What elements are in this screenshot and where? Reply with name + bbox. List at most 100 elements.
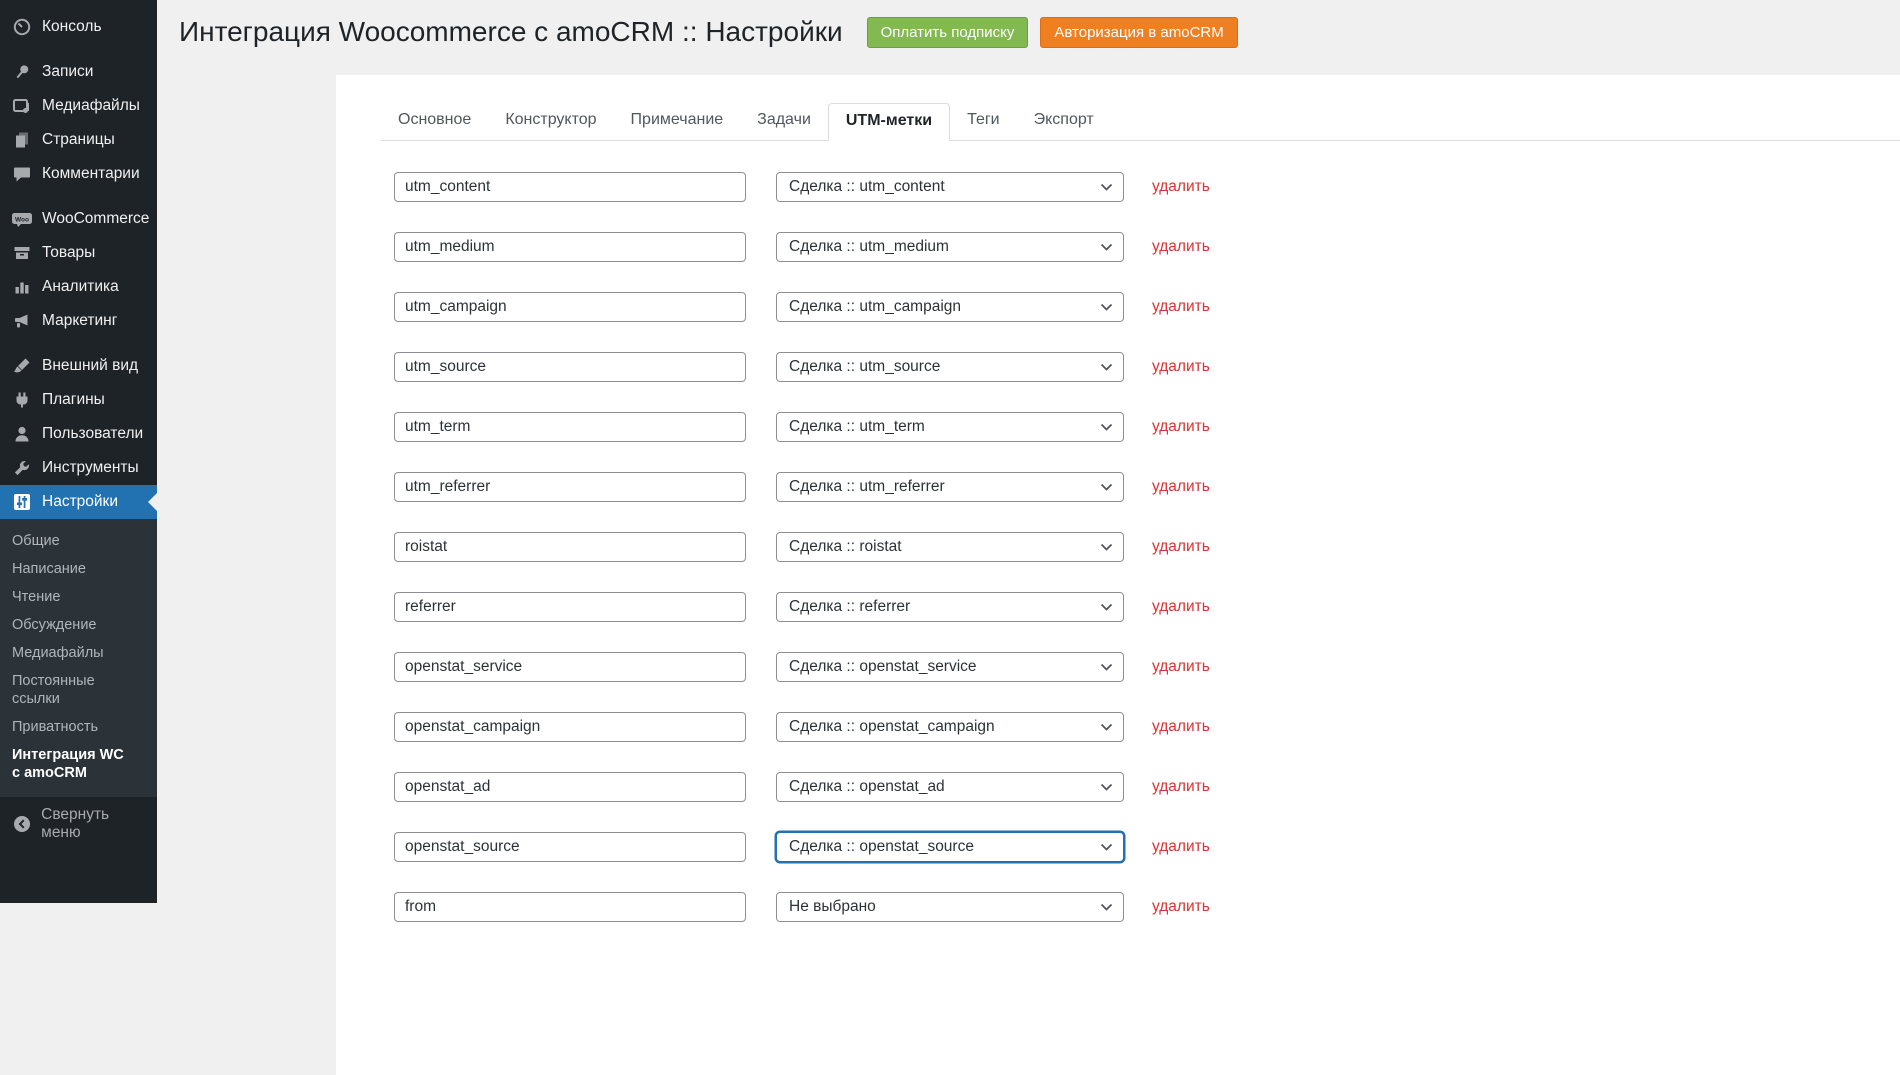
delete-row-link[interactable]: удалить: [1152, 298, 1210, 316]
sidebar-item-label: Аналитика: [42, 278, 119, 295]
tab-tasks[interactable]: Задачи: [740, 103, 828, 140]
mapping-select-value: Сделка :: utm_content: [789, 178, 945, 195]
sidebar-item-pages[interactable]: Страницы: [0, 123, 157, 157]
mapping-select-value: Сделка :: openstat_ad: [789, 778, 945, 795]
chevron-down-icon: [1100, 483, 1113, 492]
tools-icon: [10, 457, 34, 479]
submenu-item-privacy[interactable]: Приватность: [0, 713, 157, 741]
delete-row-link[interactable]: удалить: [1152, 418, 1210, 436]
delete-row-link[interactable]: удалить: [1152, 538, 1210, 556]
utm-rows-list: Сделка :: utm_content удалить Сделка :: …: [336, 141, 1900, 922]
delete-row-link[interactable]: удалить: [1152, 718, 1210, 736]
tab-export[interactable]: Экспорт: [1017, 103, 1111, 140]
sidebar-item-woocommerce[interactable]: Woo WooCommerce: [0, 202, 157, 236]
submenu-item-writing[interactable]: Написание: [0, 555, 157, 583]
sidebar-item-media[interactable]: Медиафайлы: [0, 89, 157, 123]
tab-main[interactable]: Основное: [381, 103, 488, 140]
sidebar-item-products[interactable]: Товары: [0, 236, 157, 270]
utm-param-input[interactable]: [394, 352, 746, 382]
tab-note[interactable]: Примечание: [614, 103, 741, 140]
mapping-select[interactable]: Сделка :: referrer: [776, 592, 1124, 622]
tab-utm-labels[interactable]: UTM-метки: [827, 103, 951, 141]
plugin-icon: [10, 389, 34, 411]
mapping-select-value: Сделка :: openstat_campaign: [789, 718, 995, 735]
utm-param-input[interactable]: [394, 592, 746, 622]
dashboard-icon: [10, 16, 34, 38]
mapping-select[interactable]: Сделка :: openstat_service: [776, 652, 1124, 682]
megaphone-icon: [10, 310, 34, 332]
delete-row-link[interactable]: удалить: [1152, 178, 1210, 196]
utm-param-input[interactable]: [394, 292, 746, 322]
chevron-down-icon: [1100, 783, 1113, 792]
sidebar-item-label: Консоль: [42, 18, 102, 35]
delete-row-link[interactable]: удалить: [1152, 478, 1210, 496]
sidebar-item-posts[interactable]: Записи: [0, 55, 157, 89]
sidebar-item-comments[interactable]: Комментарии: [0, 157, 157, 191]
delete-row-link[interactable]: удалить: [1152, 898, 1210, 916]
utm-param-input[interactable]: [394, 532, 746, 562]
tab-tags[interactable]: Теги: [950, 103, 1017, 140]
chevron-down-icon: [1100, 843, 1113, 852]
mapping-select[interactable]: Сделка :: utm_medium: [776, 232, 1124, 262]
utm-param-input[interactable]: [394, 652, 746, 682]
sidebar-item-plugins[interactable]: Плагины: [0, 383, 157, 417]
mapping-select[interactable]: Не выбрано: [776, 892, 1124, 922]
pushpin-icon: [10, 61, 34, 83]
mapping-select-focused[interactable]: Сделка :: openstat_source: [776, 832, 1124, 862]
mapping-select[interactable]: Сделка :: utm_referrer: [776, 472, 1124, 502]
pay-subscription-button[interactable]: Оплатить подписку: [866, 16, 1029, 48]
users-icon: [10, 423, 34, 445]
mapping-select[interactable]: Сделка :: utm_source: [776, 352, 1124, 382]
submenu-item-wc-amocrm-integration[interactable]: Интеграция WC с amoCRM: [0, 741, 140, 787]
utm-param-input[interactable]: [394, 772, 746, 802]
mapping-select-value: Сделка :: utm_medium: [789, 238, 949, 255]
submenu-item-media[interactable]: Медиафайлы: [0, 639, 157, 667]
mapping-select[interactable]: Сделка :: openstat_campaign: [776, 712, 1124, 742]
utm-param-input[interactable]: [394, 412, 746, 442]
sidebar-item-appearance[interactable]: Внешний вид: [0, 349, 157, 383]
collapse-menu-button[interactable]: Свернуть меню: [0, 806, 157, 841]
utm-row: Сделка :: utm_campaign удалить: [394, 292, 1900, 322]
delete-row-link[interactable]: удалить: [1152, 658, 1210, 676]
mapping-select[interactable]: Сделка :: openstat_ad: [776, 772, 1124, 802]
mapping-select[interactable]: Сделка :: utm_content: [776, 172, 1124, 202]
page-header: Интеграция Woocommerce с amoCRM :: Настр…: [157, 0, 1900, 48]
sidebar-item-marketing[interactable]: Маркетинг: [0, 304, 157, 338]
chevron-down-icon: [1100, 903, 1113, 912]
delete-row-link[interactable]: удалить: [1152, 838, 1210, 856]
sidebar-item-analytics[interactable]: Аналитика: [0, 270, 157, 304]
submenu-item-discussion[interactable]: Обсуждение: [0, 611, 157, 639]
delete-row-link[interactable]: удалить: [1152, 598, 1210, 616]
utm-param-input[interactable]: [394, 232, 746, 262]
mapping-select-value: Не выбрано: [789, 898, 876, 915]
woocommerce-icon: Woo: [10, 208, 34, 230]
sidebar-item-label: Записи: [42, 63, 94, 80]
utm-param-input[interactable]: [394, 172, 746, 202]
tab-constructor[interactable]: Конструктор: [488, 103, 613, 140]
utm-param-input[interactable]: [394, 712, 746, 742]
delete-row-link[interactable]: удалить: [1152, 238, 1210, 256]
sidebar-item-users[interactable]: Пользователи: [0, 417, 157, 451]
delete-row-link[interactable]: удалить: [1152, 358, 1210, 376]
delete-row-link[interactable]: удалить: [1152, 778, 1210, 796]
sidebar-item-label: Внешний вид: [42, 357, 139, 374]
utm-param-input[interactable]: [394, 472, 746, 502]
submenu-item-general[interactable]: Общие: [0, 527, 157, 555]
utm-row: Сделка :: utm_medium удалить: [394, 232, 1900, 262]
mapping-select[interactable]: Сделка :: roistat: [776, 532, 1124, 562]
sidebar-item-label: Настройки: [42, 493, 119, 510]
mapping-select[interactable]: Сделка :: utm_campaign: [776, 292, 1124, 322]
utm-row: Сделка :: roistat удалить: [394, 532, 1900, 562]
mapping-select[interactable]: Сделка :: utm_term: [776, 412, 1124, 442]
utm-param-input[interactable]: [394, 832, 746, 862]
utm-param-input[interactable]: [394, 892, 746, 922]
sidebar-item-settings[interactable]: Настройки: [0, 485, 157, 519]
sidebar-item-dashboard[interactable]: Консоль: [0, 10, 157, 44]
submenu-item-reading[interactable]: Чтение: [0, 583, 157, 611]
amocrm-auth-button[interactable]: Авторизация в amoCRM: [1040, 16, 1238, 48]
mapping-select-value: Сделка :: utm_source: [789, 358, 941, 375]
submenu-item-permalinks[interactable]: Постоянные ссылки: [0, 667, 157, 713]
sidebar-item-tools[interactable]: Инструменты: [0, 451, 157, 485]
sidebar-item-label: Пользователи: [42, 425, 144, 442]
chevron-down-icon: [1100, 243, 1113, 252]
